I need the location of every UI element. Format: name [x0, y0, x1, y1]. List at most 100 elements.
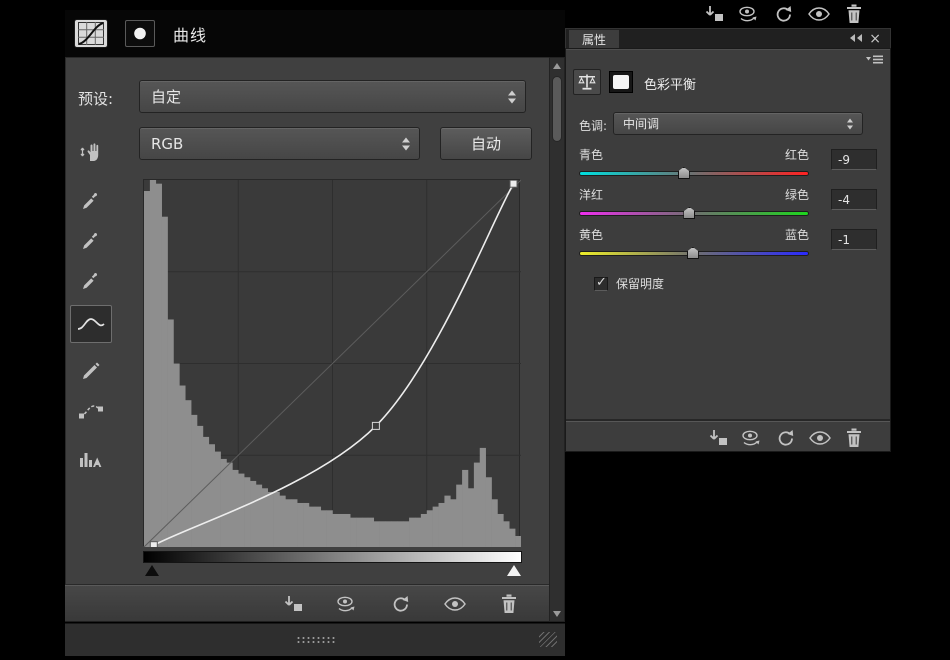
scroll-down-button[interactable] — [550, 606, 564, 621]
targeted-adjustment-icon — [79, 140, 103, 162]
tab-properties[interactable]: 属性 — [569, 30, 619, 49]
collapse-panel-icon[interactable] — [850, 34, 862, 42]
clip-to-layer-icon[interactable] — [706, 428, 730, 448]
histogram-clip-icon — [79, 450, 104, 468]
collapsed-panel-toolbar — [702, 4, 866, 24]
dropdown-arrows-icon — [508, 90, 516, 103]
panel-scrollbar[interactable] — [549, 57, 565, 622]
tonal-gradient-bar — [143, 551, 522, 563]
channel-dropdown[interactable]: RGB — [139, 127, 420, 160]
delete-icon[interactable] — [842, 428, 866, 448]
curves-body: 预设: 自定 RGB 自动 — [65, 57, 549, 585]
drag-grip-icon[interactable] — [296, 636, 336, 644]
slider-left-label: 青色 — [579, 146, 603, 163]
auto-button[interactable]: 自动 — [440, 127, 532, 160]
properties-tabstrip: 属性 × — [565, 28, 891, 48]
clipping-display-tool[interactable] — [72, 444, 110, 474]
mask-white-icon — [613, 75, 629, 89]
properties-bottom-toolbar — [566, 421, 890, 453]
delete-icon[interactable] — [842, 4, 866, 24]
yellow-blue-slider-group: 黄色 蓝色 -1 — [566, 226, 890, 266]
panel-menu-icon[interactable] — [866, 54, 883, 65]
reset-icon[interactable] — [389, 594, 413, 614]
visibility-previous-icon[interactable] — [740, 428, 764, 448]
slider-right-label: 红色 — [785, 146, 809, 163]
shadow-input-slider[interactable] — [145, 565, 159, 576]
visibility-icon[interactable] — [807, 4, 831, 24]
tone-dropdown[interactable]: 中间调 — [613, 112, 863, 135]
pencil-tool[interactable] — [72, 356, 110, 386]
eyedropper-icon — [81, 271, 101, 291]
cyan-red-track[interactable] — [579, 171, 809, 176]
scroll-up-button[interactable] — [550, 58, 564, 73]
properties-panel: 属性 × 色彩平衡 色调: 中间调 青色 红色 -9 — [565, 28, 891, 452]
tone-value: 中间调 — [623, 115, 659, 132]
visibility-icon[interactable] — [808, 428, 832, 448]
dropdown-arrows-icon — [402, 137, 410, 150]
slider-thumb[interactable] — [678, 167, 690, 179]
clip-to-layer-icon[interactable] — [281, 594, 305, 614]
eyedropper-icon — [81, 231, 101, 251]
white-point-eyedropper[interactable] — [72, 266, 110, 296]
close-icon[interactable]: × — [869, 30, 881, 48]
channel-value: RGB — [151, 135, 183, 153]
tab-label: 属性 — [582, 31, 606, 48]
preset-label: 预设: — [78, 88, 113, 109]
curves-grid-icon — [74, 19, 108, 48]
preserve-luminosity-row: 保留明度 — [594, 275, 664, 292]
panel-title: 曲线 — [173, 22, 207, 46]
curve-graph[interactable] — [143, 179, 520, 546]
targeted-adjustment-tool[interactable] — [72, 136, 110, 166]
cyan-red-value[interactable]: -9 — [831, 149, 877, 170]
tone-label: 色调: — [579, 117, 607, 134]
dropdown-arrows-icon — [847, 118, 853, 129]
slider-thumb[interactable] — [683, 207, 695, 219]
gray-point-eyedropper[interactable] — [72, 226, 110, 256]
preserve-luminosity-label: 保留明度 — [616, 275, 664, 292]
layer-mask-icon[interactable] — [125, 20, 155, 47]
slider-right-label: 绿色 — [785, 186, 809, 203]
clip-to-layer-icon[interactable] — [702, 4, 726, 24]
preset-dropdown[interactable]: 自定 — [139, 80, 526, 113]
curve-point[interactable] — [510, 180, 517, 187]
yellow-blue-track[interactable] — [579, 251, 809, 256]
curve-point[interactable] — [372, 422, 379, 429]
mask-thumbnail[interactable] — [609, 71, 633, 93]
resize-grip-icon[interactable] — [539, 632, 557, 647]
smooth-curve-icon — [79, 403, 103, 419]
reset-icon[interactable] — [774, 428, 798, 448]
smooth-curve-tool[interactable] — [72, 396, 110, 426]
edit-points-tool[interactable] — [70, 305, 112, 343]
curve-point[interactable] — [150, 542, 157, 547]
preserve-luminosity-checkbox[interactable] — [594, 277, 608, 291]
visibility-previous-icon[interactable] — [737, 4, 761, 24]
properties-header: 色彩平衡 — [566, 69, 890, 99]
adjustment-title: 色彩平衡 — [644, 74, 696, 93]
photoshop-workspace: { "top_toolbar": { "icons": ["clip-to-la… — [0, 0, 950, 660]
curves-panel: 曲线 预设: 自定 RGB 自动 — [65, 10, 565, 656]
scrollbar-thumb[interactable] — [552, 76, 562, 142]
black-point-eyedropper[interactable] — [72, 186, 110, 216]
pencil-icon — [81, 361, 101, 381]
visibility-previous-icon[interactable] — [335, 594, 359, 614]
curves-titlebar: 曲线 — [65, 10, 565, 57]
color-balance-icon — [573, 69, 601, 95]
slider-thumb[interactable] — [687, 247, 699, 259]
preset-value: 自定 — [151, 86, 181, 107]
cyan-red-slider-group: 青色 红色 -9 — [566, 146, 890, 186]
magenta-green-slider-group: 洋红 绿色 -4 — [566, 186, 890, 226]
eyedropper-icon — [81, 191, 101, 211]
slider-right-label: 蓝色 — [785, 226, 809, 243]
panel-grip-strip — [65, 623, 565, 656]
magenta-green-track[interactable] — [579, 211, 809, 216]
slider-left-label: 洋红 — [579, 186, 603, 203]
yellow-blue-value[interactable]: -1 — [831, 229, 877, 250]
curve-wave-icon — [77, 315, 105, 333]
slider-left-label: 黄色 — [579, 226, 603, 243]
highlight-input-slider[interactable] — [507, 565, 521, 576]
magenta-green-value[interactable]: -4 — [831, 189, 877, 210]
reset-icon[interactable] — [772, 4, 796, 24]
visibility-icon[interactable] — [443, 594, 467, 614]
delete-icon[interactable] — [497, 594, 521, 614]
auto-button-label: 自动 — [471, 133, 501, 154]
